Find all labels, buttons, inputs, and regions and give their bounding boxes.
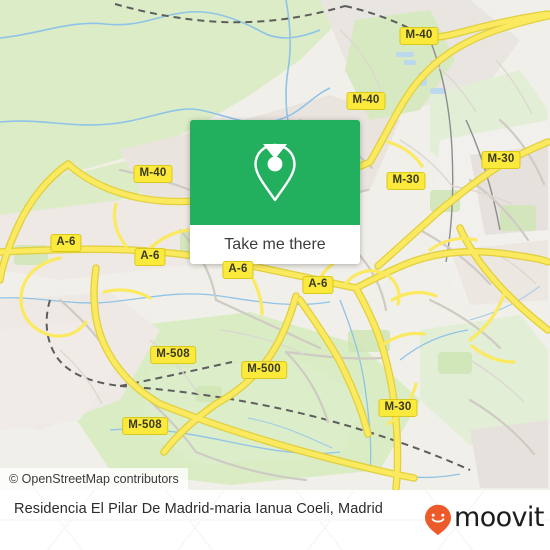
road-shield-a-6: A-6	[50, 234, 82, 252]
popup-cta-label: Take me there	[224, 235, 326, 253]
map-screenshot: Take me there M-40 M-40 M-40 M-30 M-30 A-6 A-6…	[0, 0, 550, 550]
road-shield-m-30: M-30	[386, 172, 426, 190]
moovit-wordmark: moovit	[454, 502, 544, 533]
popup-pointer	[263, 144, 287, 159]
road-shield-m-40: M-40	[399, 27, 439, 45]
road-shield-a-6: A-6	[222, 261, 254, 279]
place-name-label: Residencia El Pilar De Madrid-maria Ianu…	[14, 501, 383, 517]
road-shield-m-40: M-40	[346, 92, 386, 110]
moovit-smiley-pin-icon	[425, 504, 451, 536]
road-shield-m-508: M-508	[150, 346, 196, 364]
place-popup-card[interactable]: Take me there	[190, 120, 360, 264]
road-shield-m-508: M-508	[122, 417, 168, 435]
road-shield-m-500: M-500	[241, 361, 287, 379]
map-attribution[interactable]: © OpenStreetMap contributors	[0, 468, 188, 490]
attribution-label: © OpenStreetMap contributors	[9, 472, 179, 486]
road-shield-a-6: A-6	[302, 276, 334, 294]
road-shield-a-6: A-6	[134, 248, 166, 266]
map-canvas[interactable]: Take me there M-40 M-40 M-40 M-30 M-30 A-6 A-6…	[0, 0, 550, 490]
moovit-logo[interactable]: moovit	[424, 503, 544, 536]
popup-cta-button[interactable]: Take me there	[190, 225, 360, 264]
road-shield-m-30: M-30	[378, 399, 418, 417]
popup-image-area	[190, 120, 360, 225]
road-shield-m-40: M-40	[133, 165, 173, 183]
road-shield-m-30: M-30	[481, 151, 521, 169]
